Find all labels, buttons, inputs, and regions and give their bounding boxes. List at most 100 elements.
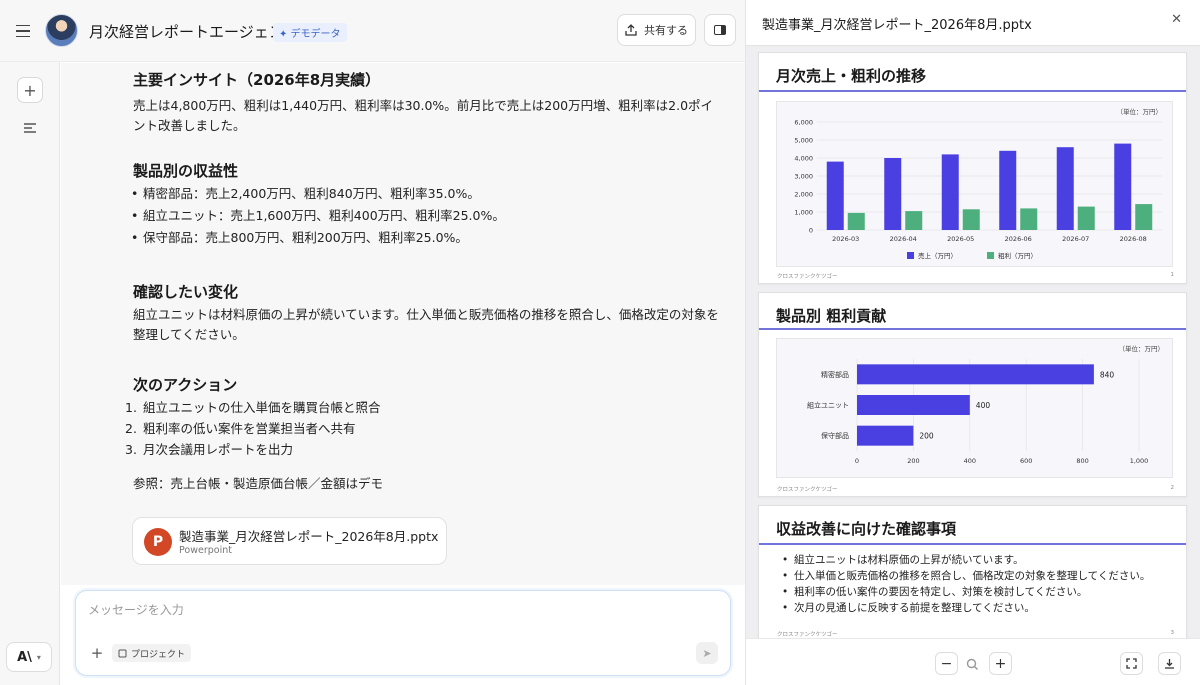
project-label: プロジェクト (131, 649, 186, 660)
slide-footer: クロスファンクケツゴー (777, 487, 838, 493)
project-button[interactable]: プロジェクト (112, 644, 192, 662)
minus-icon: − (940, 655, 953, 672)
menu-button[interactable] (12, 20, 34, 42)
change-heading: 確認したい変化 (133, 283, 239, 301)
slide-title: 月次売上・粗利の推移 (776, 67, 927, 85)
x-tick-label: 2026-05 (947, 235, 974, 243)
x-tick-label: 400 (964, 457, 976, 465)
chat-transcript: 主要インサイト（2026年8月実績） 売上は4,800万円、粗利は1,440万円… (61, 63, 745, 585)
x-tick-label: 2026-08 (1120, 235, 1147, 243)
legend-swatch (987, 252, 994, 259)
product-profit-chart-svg: （単位：万円） 0 200 400 600 800 1,000 精密部品 840 組立ユニット 40… (807, 344, 1165, 465)
legend-label: 粗利（万円） (998, 251, 1037, 260)
reference-note: 参照：売上台帳・製造原価台帳／金額はデモ (133, 476, 384, 491)
slide-title: 製品別 粗利貢献 (776, 307, 887, 325)
bar-sales (826, 161, 844, 230)
slide-bullet: 粗利率の低い案件の要因を特定し、対策を検討してください。 (782, 584, 1150, 600)
share-button[interactable]: 共有する (617, 14, 696, 46)
download-button[interactable] (1158, 652, 1181, 675)
slide-1[interactable]: 月次売上・粗利の推移 （単位：万円） 0 1,000 2,000 3,000 4,000 5… (758, 52, 1187, 284)
change-body: 組立ユニットは材料原価の上昇が続いています。仕入単価と販売価格の推移を照合し、価… (133, 307, 719, 342)
chevron-down-icon: ▾ (36, 652, 41, 662)
slide-page-number: 1 (1170, 272, 1175, 278)
sales-profit-chart: （単位：万円） 0 1,000 2,000 3,000 4,000 5,000 6,000 20… (776, 101, 1173, 267)
slide-bullet: 仕入単価と販売価格の推移を照合し、価格改定の対象を整理してください。 (782, 568, 1150, 584)
legend-swatch (907, 252, 914, 259)
chart-unit-label: （単位：万円） (1117, 107, 1163, 116)
y-tick-label: 2,000 (794, 191, 813, 199)
zoom-in-button[interactable]: + (989, 652, 1012, 675)
bar-sales (999, 150, 1017, 230)
x-tick-label: 2026-07 (1062, 235, 1089, 243)
toggle-panel-button[interactable] (704, 14, 736, 46)
x-tick-label: 200 (907, 457, 919, 465)
x-tick-label: 2026-06 (1005, 235, 1032, 243)
message-composer: + プロジェクト ➤ (75, 590, 731, 676)
sidebar-panel-icon (714, 25, 726, 35)
bar-profit (847, 212, 865, 230)
list-icon (24, 123, 36, 133)
bar-sales (1056, 147, 1074, 230)
close-button[interactable]: ✕ (1171, 12, 1182, 27)
file-attachment-card[interactable]: P 製造事業_月次経営レポート_2026年8月.pptx Powerpoint (132, 517, 447, 565)
data-label: 840 (1100, 370, 1115, 379)
slide-3[interactable]: 収益改善に向けた確認事項 組立ユニットは材料原価の上昇が続いています。 仕入単価… (758, 505, 1187, 638)
fullscreen-icon (1126, 658, 1137, 669)
fullscreen-button[interactable] (1120, 652, 1143, 675)
insight-heading: 主要インサイト（2026年8月実績） (133, 71, 381, 89)
bar (857, 395, 970, 415)
slide-title-rule (759, 543, 1186, 545)
slide-title-rule (759, 90, 1186, 92)
slide-page-number: 3 (1170, 630, 1175, 636)
data-label: 200 (919, 432, 934, 441)
x-tick-label: 600 (1020, 457, 1032, 465)
bar-profit (1077, 206, 1095, 230)
left-rail: + A\ ▾ (0, 0, 60, 685)
zoom-search-icon (966, 656, 979, 675)
x-tick-label: 2026-03 (832, 235, 859, 243)
chart-unit-label: （単位：万円） (1119, 344, 1165, 353)
bar-profit (962, 209, 980, 230)
slide-2[interactable]: 製品別 粗利貢献 （単位：万円） 0 200 400 600 800 1,000 精密部品 84… (758, 292, 1187, 497)
bar-profit (905, 211, 923, 230)
actions-heading: 次のアクション (133, 376, 238, 394)
add-attachment-button[interactable]: + (88, 644, 106, 662)
slide-bullet: 組立ユニットは材料原価の上昇が続いています。 (782, 552, 1150, 568)
slide-footer: クロスファンクケツゴー (777, 632, 838, 638)
y-tick-label: 精密部品 (821, 370, 849, 379)
project-icon (118, 649, 127, 657)
new-chat-button[interactable]: + (17, 77, 43, 103)
y-tick-label: 5,000 (794, 137, 813, 145)
file-name: 製造事業_月次経営レポート_2026年8月.pptx (179, 529, 439, 544)
plus-icon: + (994, 655, 1007, 672)
sales-profit-chart-svg: （単位：万円） 0 1,000 2,000 3,000 4,000 5,000 6,000 20… (794, 107, 1163, 260)
powerpoint-icon: P (144, 528, 176, 556)
preview-toolbar: − + (746, 638, 1200, 685)
slide-list[interactable]: 月次売上・粗利の推移 （単位：万円） 0 1,000 2,000 3,000 4,000 5… (746, 45, 1200, 638)
slide-title-rule (759, 328, 1186, 330)
bar (857, 364, 1094, 385)
model-switch-button[interactable]: A\ ▾ (6, 642, 52, 672)
list-item: 精密部品：売上2,400万円、粗利840万円、粗利率35.0%。 (131, 184, 480, 204)
share-label: 共有する (644, 24, 688, 37)
y-tick-label: 保守部品 (821, 431, 849, 440)
message-input[interactable] (88, 603, 708, 617)
bar-sales (1114, 143, 1132, 230)
y-tick-label: 0 (809, 227, 813, 235)
send-button[interactable]: ➤ (696, 642, 718, 664)
y-tick-label: 3,000 (794, 173, 813, 181)
product-profit-chart: （単位：万円） 0 200 400 600 800 1,000 精密部品 840 組立ユニット 40… (776, 338, 1173, 478)
history-button[interactable] (17, 115, 43, 141)
list-item: 3. 月次会議用レポートを出力 (125, 442, 294, 457)
anthropic-logo-icon: A\ (17, 649, 32, 665)
slide-title: 収益改善に向けた確認事項 (776, 520, 957, 538)
product-profit-heading: 製品別の収益性 (133, 162, 239, 180)
agent-title: 月次経営レポートエージェント (89, 23, 299, 41)
send-icon: ➤ (702, 646, 712, 660)
zoom-out-button[interactable]: − (935, 652, 958, 675)
demo-data-badge: ✦ デモデータ (273, 23, 347, 42)
y-tick-label: 4,000 (794, 155, 813, 163)
bar-profit (1020, 208, 1038, 230)
legend-label: 売上（万円） (918, 251, 957, 260)
list-item: 1. 組立ユニットの仕入単価を購買台帳と照合 (125, 400, 381, 415)
